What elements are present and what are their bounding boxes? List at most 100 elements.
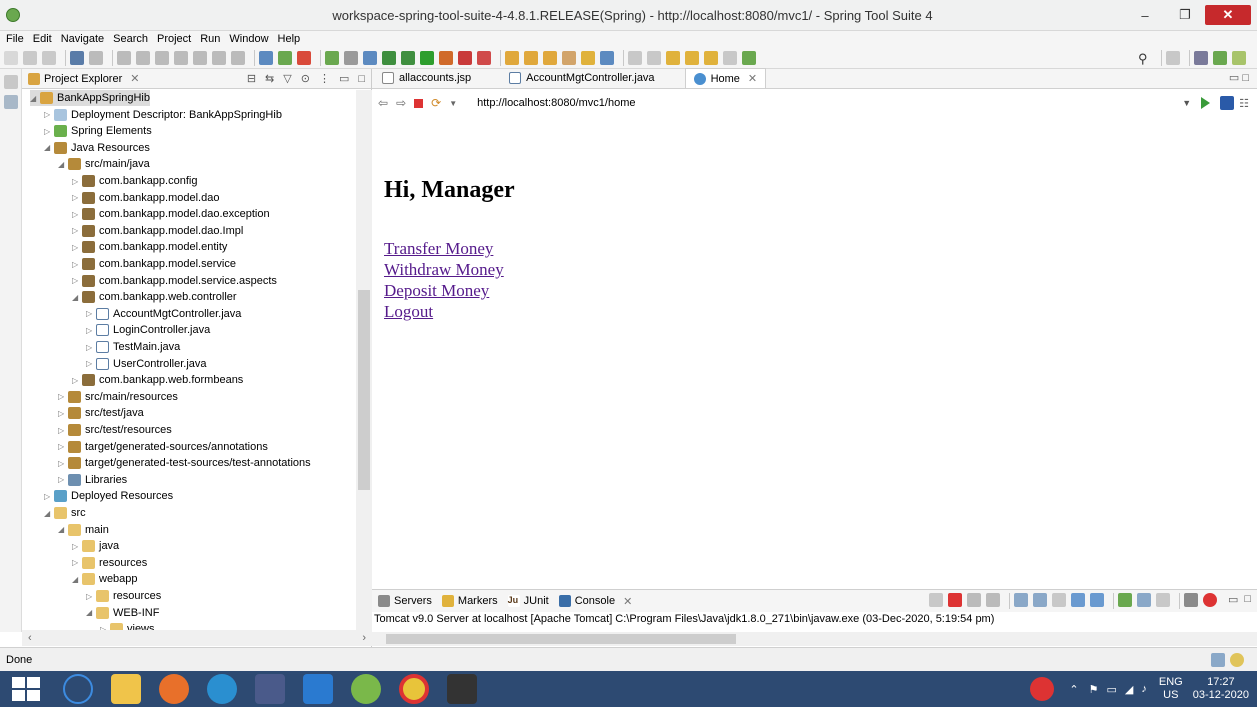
close-icon[interactable]: ✕ [130,72,139,85]
url-input[interactable]: http://localhost:8080/mvc1/home [471,94,871,112]
scroll-left-icon[interactable]: ‹ [28,632,32,644]
edge-icon[interactable] [207,674,237,704]
display-console-icon[interactable] [1117,593,1132,607]
refresh-icon[interactable]: ⟳ [431,96,441,110]
tree-item[interactable]: ▷ Spring Elements [44,123,152,139]
new-console-icon[interactable] [1155,593,1170,607]
restore-icon[interactable] [4,75,18,89]
spring-dashboard-icon[interactable] [325,50,339,65]
notification-icon[interactable] [1230,652,1244,667]
tree-item[interactable]: ◢ src [44,505,86,521]
tree-item[interactable]: ▷ src/test/java [58,405,144,421]
maximize-button[interactable]: ❐ [1165,3,1205,27]
collapsed-arrow-icon[interactable]: ▷ [86,592,96,601]
expanded-arrow-icon[interactable]: ◢ [58,525,68,534]
tree-item[interactable]: ▷ LoginController.java [86,322,210,338]
maximize-view-icon[interactable]: □ [358,73,365,85]
collapsed-arrow-icon[interactable]: ▷ [86,359,96,368]
clear-console-icon[interactable] [1013,593,1028,607]
chevron-down-icon[interactable]: ▼ [449,99,457,108]
collapse-all-icon[interactable]: ⊟ [247,72,256,85]
console-scroll-thumb[interactable] [386,634,736,644]
expanded-arrow-icon[interactable]: ◢ [44,143,54,152]
collapsed-arrow-icon[interactable]: ▷ [44,127,54,136]
logout-link[interactable]: Logout [384,301,515,322]
collapsed-arrow-icon[interactable]: ▷ [58,409,68,418]
tab-account-mgt-controller[interactable]: AccountMgtController.java [501,68,662,88]
firefox-icon[interactable] [159,674,189,704]
terminate-icon[interactable] [155,50,169,65]
collapsed-arrow-icon[interactable]: ▷ [72,193,82,202]
expanded-arrow-icon[interactable]: ◢ [86,608,96,617]
tree-item[interactable]: ▷ src/test/resources [58,422,172,438]
collapsed-arrow-icon[interactable]: ▷ [58,475,68,484]
suspend-icon[interactable] [136,50,150,65]
console-view-menu-icon[interactable] [1183,593,1198,607]
new-class-icon[interactable] [543,50,557,65]
view-menu-icon[interactable]: ⋮ [319,72,330,85]
tree-item[interactable]: ▷ com.bankapp.model.entity [72,239,227,255]
next-annotation-icon[interactable] [647,50,661,65]
menu-run[interactable]: Run [200,33,220,45]
terminal-icon[interactable] [70,50,84,65]
save-all-icon[interactable] [42,50,56,65]
open-type-icon[interactable] [562,50,576,65]
tree-item[interactable]: ▷ UserController.java [86,356,207,372]
scroll-lock-icon[interactable] [1032,593,1047,607]
resume-icon[interactable] [117,50,131,65]
console-horizontal-scrollbar[interactable] [372,632,1257,646]
collapsed-arrow-icon[interactable]: ▷ [44,110,54,119]
show-stdout-icon[interactable] [1070,593,1085,607]
deposit-money-link[interactable]: Deposit Money [384,280,515,301]
new-java-icon[interactable] [363,50,377,65]
save-icon[interactable] [23,50,37,65]
new-package-icon[interactable] [524,50,538,65]
terminate-icon[interactable] [947,593,962,607]
new-icon[interactable] [4,50,18,65]
tree-item[interactable]: ▷ TestMain.java [86,339,180,355]
java-ee-perspective-icon[interactable] [1232,50,1246,65]
remove-launch-icon[interactable] [966,593,981,607]
minimize-view-icon[interactable]: ▭ [1228,593,1238,609]
stop-icon[interactable] [297,50,311,65]
search-icon[interactable] [382,50,396,65]
edge-legacy-icon[interactable] [63,674,93,704]
collapsed-arrow-icon[interactable]: ▷ [58,392,68,401]
menu-help[interactable]: Help [278,33,301,45]
tree-item[interactable]: ◢ webapp [72,571,138,587]
tray-chevron-icon[interactable]: ⌃ [1069,683,1078,696]
skip-breakpoints-icon[interactable] [89,50,103,65]
language-indicator[interactable]: ENG US [1159,676,1183,702]
file-explorer-icon[interactable] [111,674,141,704]
tree-item[interactable]: ▷ src/main/resources [58,389,178,405]
close-button[interactable]: ✕ [1205,5,1251,25]
annotation-icon[interactable] [628,50,642,65]
tree-item[interactable]: ▷ resources [86,588,161,604]
menu-project[interactable]: Project [157,33,191,45]
open-external-browser-icon[interactable] [1220,96,1235,110]
volume-icon[interactable]: ♪ [1141,683,1147,695]
spring-boot-icon[interactable] [278,50,292,65]
forward-history-icon[interactable] [723,50,737,65]
tree-item[interactable]: ▷ com.bankapp.model.dao.Impl [72,223,243,239]
quick-search-icon[interactable]: ⚲ [1138,50,1152,66]
collapsed-arrow-icon[interactable]: ▷ [44,492,54,501]
editor-minmax-icons[interactable]: ▭ □ [1229,71,1249,84]
forward-icon[interactable] [704,50,718,65]
spring-tool-suite-icon[interactable] [351,674,381,704]
collapsed-arrow-icon[interactable]: ▷ [72,542,82,551]
minimize-view-icon[interactable]: ▭ [339,72,349,85]
tree-item[interactable]: ▷ Libraries [58,472,127,488]
last-edit-icon[interactable] [685,50,699,65]
tree-item[interactable]: ◢ src/main/java [58,156,150,172]
collapsed-arrow-icon[interactable]: ▷ [72,177,82,186]
open-perspective-icon[interactable] [1166,50,1180,65]
collapsed-arrow-icon[interactable]: ▷ [72,276,82,285]
collapsed-arrow-icon[interactable]: ▷ [58,442,68,451]
collapsed-arrow-icon[interactable]: ▷ [72,226,82,235]
focus-icon[interactable]: ⊙ [301,72,310,85]
close-icon[interactable]: ✕ [623,595,632,608]
tree-item[interactable]: ▷ com.bankapp.model.dao [72,190,219,206]
tab-markers[interactable]: Markers [441,595,498,607]
collapsed-arrow-icon[interactable]: ▷ [72,243,82,252]
